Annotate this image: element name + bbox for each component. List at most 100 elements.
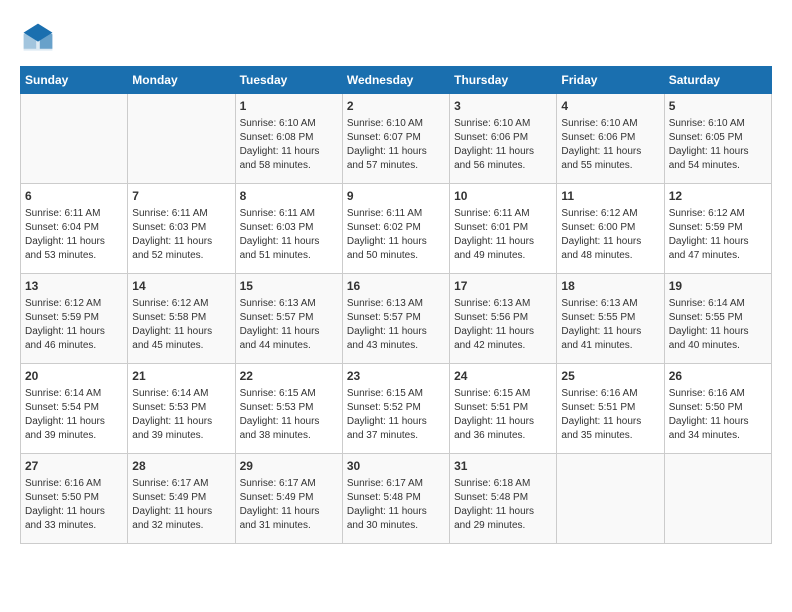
calendar-cell: 23 Sunrise: 6:15 AM Sunset: 5:52 PM Dayli… — [342, 364, 449, 454]
cell-content: Sunrise: 6:10 AM Sunset: 6:06 PM Dayligh… — [454, 117, 552, 173]
calendar-week-3: 13Sunrise: 6:12 AM Sunset: 5:59 PM Dayli… — [21, 274, 772, 364]
cell-content: Sunrise: 6:10 AM Sunset: 6:07 PM Dayligh… — [347, 117, 445, 173]
day-number: 24 — [454, 368, 552, 385]
calendar-cell — [664, 454, 771, 544]
day-number: 18 — [561, 278, 659, 295]
cell-content: Sunrise: 6:11 AM Sunset: 6:01 PM Dayligh… — [454, 207, 552, 263]
cell-content: Sunrise: 6:14 AM Sunset: 5:55 PM Dayligh… — [669, 297, 767, 353]
calendar-cell: 3 Sunrise: 6:10 AM Sunset: 6:06 PM Daylig… — [450, 94, 557, 184]
cell-content: Sunrise: 6:16 AM Sunset: 5:51 PM Dayligh… — [561, 387, 659, 443]
cell-content: Sunrise: 6:11 AM Sunset: 6:02 PM Dayligh… — [347, 207, 445, 263]
calendar-cell: 12 Sunrise: 6:12 AM Sunset: 5:59 PM Dayli… — [664, 184, 771, 274]
calendar-week-4: 20 Sunrise: 6:14 AM Sunset: 5:54 PM Dayli… — [21, 364, 772, 454]
calendar-cell: 30 Sunrise: 6:17 AM Sunset: 5:48 PM Dayli… — [342, 454, 449, 544]
day-number: 2 — [347, 98, 445, 115]
day-number: 27 — [25, 458, 123, 475]
weekday-header-tuesday: Tuesday — [235, 67, 342, 94]
calendar-cell: 28 Sunrise: 6:17 AM Sunset: 5:49 PM Dayli… — [128, 454, 235, 544]
calendar-cell: 21 Sunrise: 6:14 AM Sunset: 5:53 PM Dayli… — [128, 364, 235, 454]
calendar-cell: 10 Sunrise: 6:11 AM Sunset: 6:01 PM Dayli… — [450, 184, 557, 274]
day-number: 10 — [454, 188, 552, 205]
day-number: 28 — [132, 458, 230, 475]
calendar-header: SundayMondayTuesdayWednesdayThursdayFrid… — [21, 67, 772, 94]
cell-content: Sunrise: 6:15 AM Sunset: 5:53 PM Dayligh… — [240, 387, 338, 443]
cell-content: Sunrise: 6:16 AM Sunset: 5:50 PM Dayligh… — [25, 477, 123, 533]
calendar-cell: 4 Sunrise: 6:10 AM Sunset: 6:06 PM Daylig… — [557, 94, 664, 184]
day-number: 3 — [454, 98, 552, 115]
cell-content: Sunrise: 6:17 AM Sunset: 5:49 PM Dayligh… — [132, 477, 230, 533]
calendar-cell: 19Sunrise: 6:14 AM Sunset: 5:55 PM Dayli… — [664, 274, 771, 364]
logo-icon — [20, 20, 56, 56]
cell-content: Sunrise: 6:10 AM Sunset: 6:08 PM Dayligh… — [240, 117, 338, 173]
calendar: SundayMondayTuesdayWednesdayThursdayFrid… — [20, 66, 772, 544]
day-number: 11 — [561, 188, 659, 205]
day-number: 26 — [669, 368, 767, 385]
calendar-week-5: 27 Sunrise: 6:16 AM Sunset: 5:50 PM Dayli… — [21, 454, 772, 544]
calendar-cell: 24 Sunrise: 6:15 AM Sunset: 5:51 PM Dayli… — [450, 364, 557, 454]
weekday-header-monday: Monday — [128, 67, 235, 94]
calendar-week-1: 1Sunrise: 6:10 AM Sunset: 6:08 PM Daylig… — [21, 94, 772, 184]
cell-content: Sunrise: 6:12 AM Sunset: 6:00 PM Dayligh… — [561, 207, 659, 263]
cell-content: Sunrise: 6:11 AM Sunset: 6:03 PM Dayligh… — [132, 207, 230, 263]
calendar-cell: 7Sunrise: 6:11 AM Sunset: 6:03 PM Daylig… — [128, 184, 235, 274]
calendar-cell: 13Sunrise: 6:12 AM Sunset: 5:59 PM Dayli… — [21, 274, 128, 364]
day-number: 5 — [669, 98, 767, 115]
weekday-header-friday: Friday — [557, 67, 664, 94]
cell-content: Sunrise: 6:15 AM Sunset: 5:52 PM Dayligh… — [347, 387, 445, 443]
calendar-cell: 27 Sunrise: 6:16 AM Sunset: 5:50 PM Dayli… — [21, 454, 128, 544]
calendar-cell — [557, 454, 664, 544]
calendar-cell — [128, 94, 235, 184]
day-number: 21 — [132, 368, 230, 385]
cell-content: Sunrise: 6:10 AM Sunset: 6:06 PM Dayligh… — [561, 117, 659, 173]
day-number: 8 — [240, 188, 338, 205]
calendar-cell: 6 Sunrise: 6:11 AM Sunset: 6:04 PM Daylig… — [21, 184, 128, 274]
day-number: 12 — [669, 188, 767, 205]
calendar-cell: 2 Sunrise: 6:10 AM Sunset: 6:07 PM Daylig… — [342, 94, 449, 184]
calendar-cell: 17Sunrise: 6:13 AM Sunset: 5:56 PM Dayli… — [450, 274, 557, 364]
calendar-cell: 1Sunrise: 6:10 AM Sunset: 6:08 PM Daylig… — [235, 94, 342, 184]
cell-content: Sunrise: 6:17 AM Sunset: 5:49 PM Dayligh… — [240, 477, 338, 533]
calendar-cell: 31 Sunrise: 6:18 AM Sunset: 5:48 PM Dayli… — [450, 454, 557, 544]
calendar-cell: 22 Sunrise: 6:15 AM Sunset: 5:53 PM Dayli… — [235, 364, 342, 454]
cell-content: Sunrise: 6:11 AM Sunset: 6:03 PM Dayligh… — [240, 207, 338, 263]
cell-content: Sunrise: 6:12 AM Sunset: 5:58 PM Dayligh… — [132, 297, 230, 353]
cell-content: Sunrise: 6:15 AM Sunset: 5:51 PM Dayligh… — [454, 387, 552, 443]
calendar-cell: 29 Sunrise: 6:17 AM Sunset: 5:49 PM Dayli… — [235, 454, 342, 544]
day-number: 6 — [25, 188, 123, 205]
calendar-cell: 16Sunrise: 6:13 AM Sunset: 5:57 PM Dayli… — [342, 274, 449, 364]
day-number: 15 — [240, 278, 338, 295]
calendar-cell: 26 Sunrise: 6:16 AM Sunset: 5:50 PM Dayli… — [664, 364, 771, 454]
day-number: 14 — [132, 278, 230, 295]
cell-content: Sunrise: 6:10 AM Sunset: 6:05 PM Dayligh… — [669, 117, 767, 173]
cell-content: Sunrise: 6:14 AM Sunset: 5:54 PM Dayligh… — [25, 387, 123, 443]
cell-content: Sunrise: 6:14 AM Sunset: 5:53 PM Dayligh… — [132, 387, 230, 443]
weekday-header-saturday: Saturday — [664, 67, 771, 94]
day-number: 4 — [561, 98, 659, 115]
weekday-header-thursday: Thursday — [450, 67, 557, 94]
cell-content: Sunrise: 6:16 AM Sunset: 5:50 PM Dayligh… — [669, 387, 767, 443]
calendar-cell: 15 Sunrise: 6:13 AM Sunset: 5:57 PM Dayli… — [235, 274, 342, 364]
day-number: 22 — [240, 368, 338, 385]
day-number: 31 — [454, 458, 552, 475]
day-number: 25 — [561, 368, 659, 385]
cell-content: Sunrise: 6:13 AM Sunset: 5:55 PM Dayligh… — [561, 297, 659, 353]
cell-content: Sunrise: 6:13 AM Sunset: 5:56 PM Dayligh… — [454, 297, 552, 353]
cell-content: Sunrise: 6:11 AM Sunset: 6:04 PM Dayligh… — [25, 207, 123, 263]
cell-content: Sunrise: 6:13 AM Sunset: 5:57 PM Dayligh… — [347, 297, 445, 353]
calendar-cell: 11 Sunrise: 6:12 AM Sunset: 6:00 PM Dayli… — [557, 184, 664, 274]
calendar-cell — [21, 94, 128, 184]
day-number: 9 — [347, 188, 445, 205]
day-number: 30 — [347, 458, 445, 475]
day-number: 23 — [347, 368, 445, 385]
calendar-cell: 8 Sunrise: 6:11 AM Sunset: 6:03 PM Daylig… — [235, 184, 342, 274]
calendar-cell: 25 Sunrise: 6:16 AM Sunset: 5:51 PM Dayli… — [557, 364, 664, 454]
weekday-header-sunday: Sunday — [21, 67, 128, 94]
day-number: 29 — [240, 458, 338, 475]
calendar-cell: 5 Sunrise: 6:10 AM Sunset: 6:05 PM Daylig… — [664, 94, 771, 184]
cell-content: Sunrise: 6:18 AM Sunset: 5:48 PM Dayligh… — [454, 477, 552, 533]
cell-content: Sunrise: 6:12 AM Sunset: 5:59 PM Dayligh… — [669, 207, 767, 263]
cell-content: Sunrise: 6:17 AM Sunset: 5:48 PM Dayligh… — [347, 477, 445, 533]
cell-content: Sunrise: 6:13 AM Sunset: 5:57 PM Dayligh… — [240, 297, 338, 353]
day-number: 20 — [25, 368, 123, 385]
calendar-week-2: 6 Sunrise: 6:11 AM Sunset: 6:04 PM Daylig… — [21, 184, 772, 274]
